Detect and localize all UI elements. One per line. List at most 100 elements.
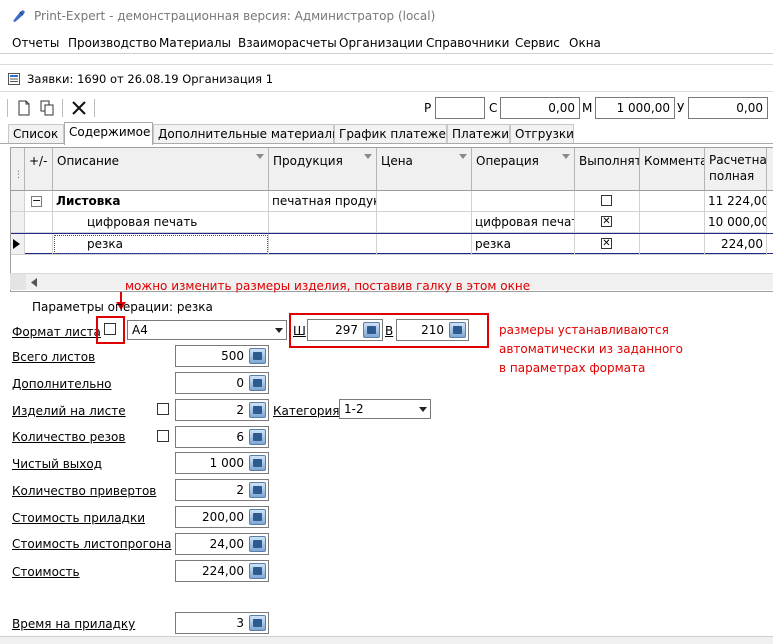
contents-grid[interactable]: ⋮ +/- Описание Продукция Цена Операция В… xyxy=(10,147,773,292)
cell-done[interactable] xyxy=(575,191,640,212)
makeready-cost-label: Стоимость приладки xyxy=(12,511,146,525)
scroll-thumb[interactable] xyxy=(10,274,26,290)
menu-reports[interactable]: Отчеты xyxy=(12,36,59,50)
makeready-cost-field[interactable]: 200,00 xyxy=(175,506,269,528)
cell-description[interactable]: резка xyxy=(53,234,269,255)
sort-icon xyxy=(562,154,570,159)
cell-total: 11 224,00 xyxy=(705,191,767,212)
cell-done[interactable]: ✕ xyxy=(575,212,640,233)
makeready-time-field[interactable]: 3 xyxy=(175,612,269,634)
column-header-operation[interactable]: Операция xyxy=(472,148,575,191)
calculator-icon[interactable] xyxy=(249,402,266,418)
net-output-field[interactable]: 1 000 xyxy=(175,452,269,474)
cell-comment xyxy=(640,212,705,233)
column-header-total[interactable]: Расчетна полная xyxy=(705,148,767,191)
tab-contents[interactable]: Содержимое xyxy=(64,122,153,145)
column-header-toggle[interactable]: +/- xyxy=(25,148,53,191)
cell-done[interactable]: ✕ xyxy=(575,234,640,255)
tab-payment-schedule[interactable]: График платежей xyxy=(334,124,454,144)
calculator-icon[interactable] xyxy=(249,563,266,579)
row-indicator xyxy=(11,234,25,255)
chevron-down-icon[interactable] xyxy=(275,328,283,333)
calculator-icon[interactable] xyxy=(249,348,266,364)
done-checkbox-checked[interactable]: ✕ xyxy=(601,238,612,249)
calculator-icon[interactable] xyxy=(363,322,380,338)
column-header-label: Операция xyxy=(476,154,539,168)
collapse-icon[interactable]: − xyxy=(31,195,42,207)
format-custom-checkbox[interactable] xyxy=(104,323,116,335)
additional-value: 0 xyxy=(236,376,244,390)
new-document-icon[interactable] xyxy=(14,98,34,118)
copy-icon[interactable] xyxy=(37,98,57,118)
table-row-current[interactable]: резка резка ✕ 224,00 xyxy=(11,233,773,255)
cell-price xyxy=(377,212,472,233)
column-header-description[interactable]: Описание xyxy=(53,148,269,191)
tab-payments[interactable]: Платежи xyxy=(447,124,510,144)
cuts-count-field[interactable]: 6 xyxy=(175,426,269,448)
sheet-pass-cost-field[interactable]: 24,00 xyxy=(175,533,269,555)
done-checkbox[interactable] xyxy=(601,195,612,206)
row-toggle-cell xyxy=(25,212,53,233)
total-r-field[interactable] xyxy=(435,97,485,119)
items-per-sheet-field[interactable]: 2 xyxy=(175,399,269,421)
menu-production[interactable]: Производство xyxy=(68,36,157,50)
calculator-icon[interactable] xyxy=(249,455,266,471)
toolbar-separator xyxy=(7,99,8,117)
cost-field[interactable]: 224,00 xyxy=(175,560,269,582)
items-per-sheet-checkbox[interactable] xyxy=(157,403,169,415)
column-header-price[interactable]: Цена xyxy=(377,148,472,191)
delete-icon[interactable] xyxy=(69,98,89,118)
makeready-time-value: 3 xyxy=(236,616,244,630)
scroll-left-icon[interactable] xyxy=(30,278,38,287)
additional-field[interactable]: 0 xyxy=(175,372,269,394)
table-row[interactable]: цифровая печать цифровая печать ✕ 10 000… xyxy=(11,212,773,233)
width-label: Ш xyxy=(293,324,306,338)
makeready-count-label: Количество привертов xyxy=(12,484,157,498)
menu-references[interactable]: Справочники xyxy=(426,36,509,50)
calculator-icon[interactable] xyxy=(249,482,266,498)
height-field[interactable]: 210 xyxy=(396,319,469,341)
items-per-sheet-value: 2 xyxy=(236,403,244,417)
tab-shipments[interactable]: Отгрузки xyxy=(510,124,574,144)
menu-materials[interactable]: Материалы xyxy=(159,36,231,50)
column-header-done[interactable]: Выполнят xyxy=(575,148,640,191)
format-select[interactable]: A4 xyxy=(127,320,287,340)
menu-windows[interactable]: Окна xyxy=(569,36,601,50)
tab-list[interactable]: Список xyxy=(8,124,64,144)
table-row[interactable]: − Листовка печатная продукц 11 224,00 xyxy=(11,191,773,212)
menu-settlements[interactable]: Взаиморасчеты xyxy=(238,36,337,50)
cost-label: Стоимость xyxy=(12,565,80,579)
annotation-right-line2: автоматически из заданного xyxy=(499,342,683,356)
document-caption-bar: Заявки: 1690 от 26.08.19 Организация 1 xyxy=(0,64,773,92)
total-sheets-value: 500 xyxy=(221,349,244,363)
column-header-label: Выполнят xyxy=(579,154,640,168)
calculator-icon[interactable] xyxy=(249,536,266,552)
category-select[interactable]: 1-2 xyxy=(339,399,431,419)
width-field[interactable]: 297 xyxy=(307,319,383,341)
calculator-icon[interactable] xyxy=(249,429,266,445)
chevron-down-icon[interactable] xyxy=(419,407,427,412)
total-sheets-field[interactable]: 500 xyxy=(175,345,269,367)
total-s-label: С xyxy=(489,101,498,115)
total-u-field[interactable]: 0,00 xyxy=(688,97,768,119)
total-s-field[interactable]: 0,00 xyxy=(500,97,580,119)
column-header-label: Коммента xyxy=(644,154,705,168)
calculator-icon[interactable] xyxy=(249,615,266,631)
row-toggle-cell[interactable]: − xyxy=(25,191,53,212)
calculator-icon[interactable] xyxy=(249,509,266,525)
column-header-comment[interactable]: Коммента xyxy=(640,148,705,191)
total-m-field[interactable]: 1 000,00 xyxy=(595,97,675,119)
total-m-label: М xyxy=(582,101,593,115)
done-checkbox-checked[interactable]: ✕ xyxy=(601,216,612,227)
menu-service[interactable]: Сервис xyxy=(515,36,560,50)
row-toggle-cell xyxy=(25,234,53,255)
tab-additional-materials[interactable]: Дополнительные материалы xyxy=(153,124,342,144)
makeready-count-field[interactable]: 2 xyxy=(175,479,269,501)
toolbar: Р С 0,00 М 1 000,00 У 0,00 xyxy=(0,94,773,122)
menu-organizations[interactable]: Организации xyxy=(339,36,423,50)
calculator-icon[interactable] xyxy=(249,375,266,391)
cuts-count-checkbox[interactable] xyxy=(157,430,169,442)
makeready-count-value: 2 xyxy=(236,483,244,497)
column-header-product[interactable]: Продукция xyxy=(269,148,377,191)
calculator-icon[interactable] xyxy=(449,322,466,338)
